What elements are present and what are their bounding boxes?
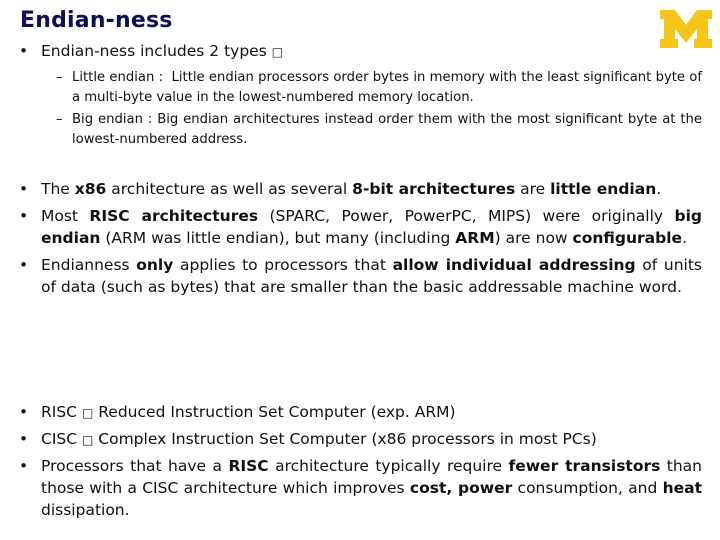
text-run: dissipation. [41, 501, 130, 519]
text-run: The [41, 180, 75, 198]
text-run: Processors that have a [41, 457, 229, 475]
bold-run: configurable [572, 229, 683, 247]
square-glyph-icon: □ [81, 406, 94, 420]
square-glyph-icon: □ [82, 433, 94, 447]
bold-run: RISC [228, 457, 269, 475]
text-run: architecture typically require [268, 457, 509, 475]
text-run: are [515, 180, 551, 198]
bold-run: x86 [74, 180, 107, 198]
big-endian-term: Big endian : [72, 112, 153, 127]
text-run: architecture as well as several [106, 180, 353, 198]
term: CISC [41, 430, 78, 448]
definition: Complex Instruction Set Computer (x86 pr… [98, 430, 597, 448]
architecture-points-section: The x86 architecture as well as several … [18, 178, 702, 303]
bold-run: ARM [455, 229, 495, 247]
text-run: Endianness [41, 256, 137, 274]
cisc-definition: CISC □ Complex Instruction Set Computer … [18, 428, 702, 451]
bold-run: heat [662, 479, 702, 497]
text-run: (ARM was little endian), but many (inclu… [100, 229, 456, 247]
text-run: consumption, and [512, 479, 663, 497]
text-run: ) are now [494, 229, 573, 247]
big-endian-item: Big endian : Big endian architectures in… [18, 110, 702, 150]
bold-run: allow individual addressing [392, 256, 636, 274]
endian-types-section: Endian-ness includes 2 types □ Little en… [18, 40, 702, 152]
little-endian-description: Little endian processors order bytes in … [72, 70, 702, 105]
bold-run: cost, power [409, 479, 513, 497]
x86-point: The x86 architecture as well as several … [18, 178, 702, 200]
definitions-section: RISC □ Reduced Instruction Set Computer … [18, 401, 702, 526]
text-run: (SPARC, Power, PowerPC, MIPS) were origi… [258, 207, 675, 225]
slide-title: Endian-ness [20, 8, 173, 33]
little-endian-term: Little endian : [72, 70, 164, 85]
risc-point: Most RISC architectures (SPARC, Power, P… [18, 205, 702, 249]
conclusion-point: Processors that have a RISC architecture… [18, 455, 702, 521]
bold-run: only [136, 256, 174, 274]
square-glyph-icon: □ [271, 45, 284, 59]
intro-bullet: Endian-ness includes 2 types □ [18, 40, 702, 63]
text-run: Most [41, 207, 90, 225]
endianness-scope-point: Endianness only applies to processors th… [18, 254, 702, 298]
bold-run: little endian [550, 180, 657, 198]
definition: Reduced Instruction Set Computer (exp. A… [98, 403, 456, 421]
risc-definition: RISC □ Reduced Instruction Set Computer … [18, 401, 702, 424]
bold-run: RISC architectures [89, 207, 259, 225]
term: RISC [41, 403, 78, 421]
little-endian-item: Little endian : Little endian processors… [18, 68, 702, 108]
text-run: . [682, 229, 687, 247]
text-run: . [656, 180, 662, 198]
text-run: applies to processors that [173, 256, 393, 274]
bold-run: 8-bit architectures [352, 180, 516, 198]
big-endian-description: Big endian architectures instead order t… [72, 112, 702, 147]
intro-text: Endian-ness includes 2 types [41, 42, 267, 60]
bold-run: fewer transistors [508, 457, 661, 475]
